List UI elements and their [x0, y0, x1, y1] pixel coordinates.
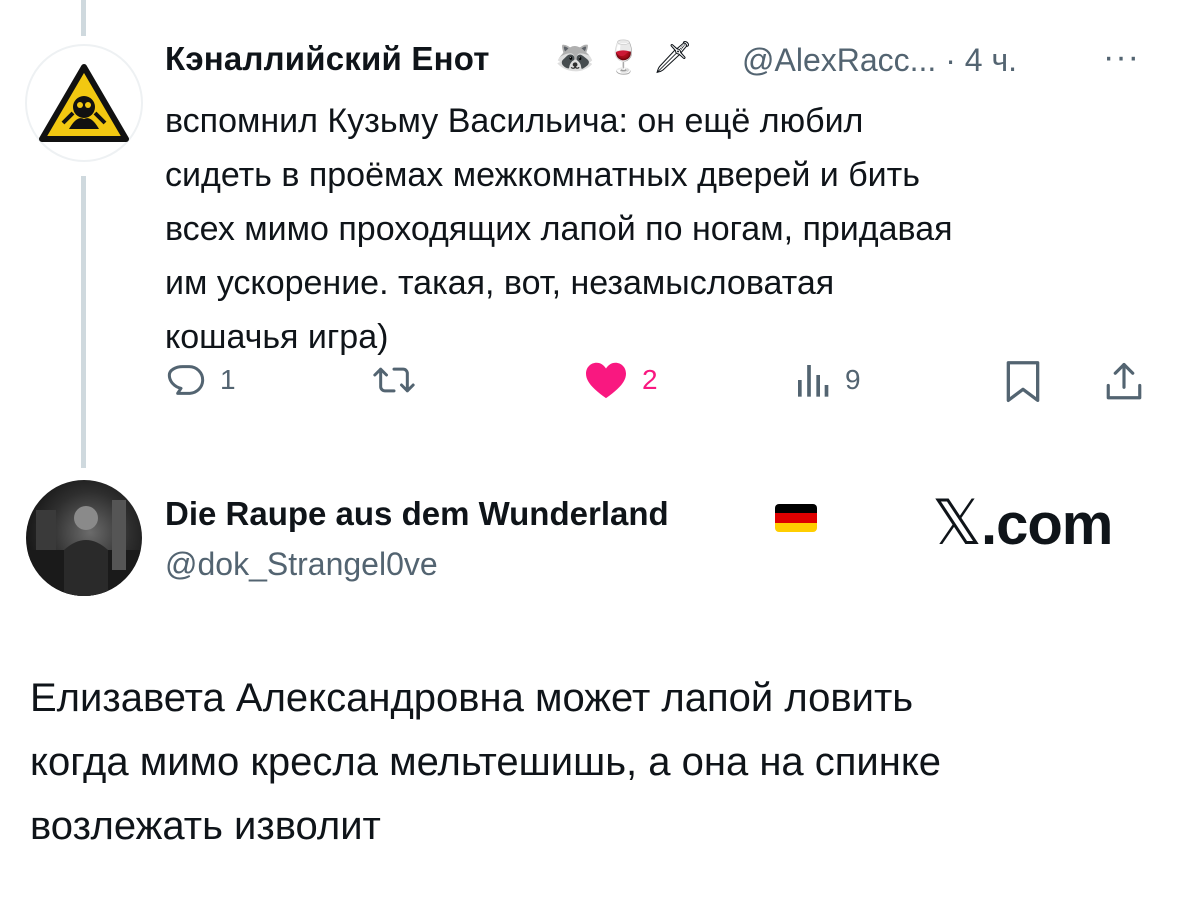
views-button[interactable]: 9 — [795, 360, 861, 400]
handle-and-time: @AlexRacc... · 4 ч. — [742, 42, 1017, 79]
share-button[interactable] — [1103, 360, 1145, 404]
tweet-text: вспомнил Кузьму Васильича: он ещё любил … — [165, 94, 1155, 364]
tweet-text-line: им ускорение. такая, вот, незамысловатая — [165, 264, 835, 302]
tweet-text-line: кошачья игра) — [165, 318, 389, 356]
more-options-icon[interactable]: ··· — [1103, 38, 1140, 77]
bookmark-button[interactable] — [1004, 360, 1042, 404]
avatar[interactable] — [25, 44, 143, 162]
retweet-button[interactable] — [372, 360, 430, 400]
like-count: 2 — [642, 364, 658, 395]
display-name[interactable]: Die Raupe aus dem Wunderland — [165, 495, 669, 533]
tweet-text-line: когда мимо кресла мельтешишь, а она на с… — [30, 740, 942, 784]
retweet-icon — [373, 367, 415, 393]
handle[interactable]: @dok_Strangel0ve — [165, 546, 438, 583]
tweet-text-line: возлежать изволит — [30, 804, 381, 848]
german-flag-icon — [775, 504, 817, 532]
reply-count: 1 — [220, 364, 236, 395]
views-icon — [798, 365, 829, 397]
like-button[interactable]: 2 — [584, 360, 658, 400]
bookmark-icon — [1006, 361, 1040, 402]
handle[interactable]: @AlexRacc... — [742, 42, 936, 78]
views-count: 9 — [845, 364, 861, 395]
brand-suffix: .com — [980, 492, 1113, 557]
warning-sign-avatar-icon — [39, 64, 129, 142]
name-emojis: 🦝 🍷 🗡 — [555, 39, 694, 75]
reply-icon — [167, 365, 205, 395]
separator-dot: · — [945, 42, 956, 78]
tweet-text-line: вспомнил Кузьму Васильича: он ещё любил — [165, 102, 864, 140]
timestamp[interactable]: 4 ч. — [965, 42, 1017, 78]
x-com-logo: 𝕏.com — [932, 486, 1113, 559]
tweet-text-line: всех мимо проходящих лапой по ногам, при… — [165, 210, 953, 248]
x-logo-icon: 𝕏 — [932, 486, 982, 559]
person-photo-avatar-icon — [26, 500, 142, 596]
tweet-text: Елизавета Александровна может лапой лови… — [30, 666, 1150, 858]
avatar[interactable] — [26, 480, 142, 596]
share-icon — [1106, 362, 1142, 400]
display-name[interactable]: Кэналлийский Енот — [165, 40, 490, 78]
tweet-text-line: сидеть в проёмах межкомнатных дверей и б… — [165, 156, 920, 194]
reply-button[interactable]: 1 — [166, 360, 236, 400]
tweet-text-line: Елизавета Александровна может лапой лови… — [30, 676, 914, 720]
heart-filled-icon — [586, 362, 626, 399]
